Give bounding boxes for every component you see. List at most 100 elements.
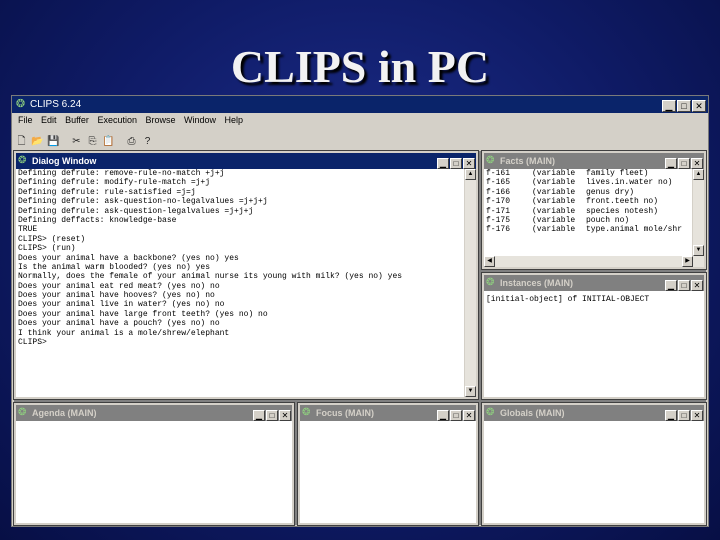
close-icon[interactable]: ✕	[691, 158, 703, 169]
menu-execution[interactable]: Execution	[97, 113, 137, 127]
clips-app-icon: ❂	[18, 155, 27, 166]
save-icon[interactable]: 💾	[46, 133, 61, 148]
menu-buffer[interactable]: Buffer	[65, 113, 89, 127]
focus-window-title: Focus (MAIN)	[316, 408, 374, 418]
agenda-list[interactable]	[16, 421, 292, 523]
dialog-line: Is the animal warm blooded? (yes no) yes	[18, 262, 211, 272]
scroll-right-icon[interactable]: ▶	[682, 256, 693, 267]
toolbar: 🗋 📂 💾 ✂ ⎘ 📋 ⎙?	[14, 129, 708, 147]
menu-help[interactable]: Help	[225, 113, 244, 127]
dialog-line: Defining defrule: remove-rule-no-match +…	[18, 169, 225, 178]
scroll-up-icon[interactable]: ▲	[693, 169, 704, 180]
dialog-line: Defining defrule: ask-question-legalvalu…	[18, 206, 254, 216]
maximize-icon[interactable]: □	[678, 158, 690, 169]
facts-horizontal-scrollbar[interactable]: ◀ ▶	[484, 256, 704, 267]
menu-browse[interactable]: Browse	[145, 113, 175, 127]
close-icon[interactable]: ✕	[463, 158, 475, 169]
dialog-line: CLIPS> (reset)	[18, 234, 86, 244]
focus-window[interactable]: ❂ Focus (MAIN) ▁ □ ✕	[297, 402, 479, 526]
minimize-icon[interactable]: ▁	[662, 100, 676, 112]
agenda-window-titlebar[interactable]: ❂ Agenda (MAIN) ▁ □ ✕	[16, 405, 292, 421]
agenda-window[interactable]: ❂ Agenda (MAIN) ▁ □ ✕	[13, 402, 295, 526]
instances-window[interactable]: ❂ Instances (MAIN) ▁ □ ✕ [initial-object] …	[481, 272, 707, 400]
app-titlebar[interactable]: ❂ CLIPS 6.24 ▁ □ ✕	[12, 96, 708, 113]
close-icon[interactable]: ✕	[691, 280, 703, 291]
minimize-icon[interactable]: ▁	[665, 158, 677, 169]
fact-id: f-170	[486, 197, 511, 207]
menu-window[interactable]: Window	[184, 113, 216, 127]
fact-template: (variable	[532, 206, 576, 216]
globals-window-titlebar[interactable]: ❂ Globals (MAIN) ▁ □ ✕	[484, 405, 704, 421]
new-file-icon[interactable]: 🗋	[14, 133, 29, 148]
dialog-window-title: Dialog Window	[32, 156, 97, 166]
fact-id: f-176	[486, 225, 511, 235]
close-icon[interactable]: ✕	[692, 100, 706, 112]
cut-icon[interactable]: ✂	[69, 133, 84, 148]
toolbar-separator	[117, 129, 123, 144]
facts-vertical-scrollbar[interactable]: ▲ ▼	[692, 169, 704, 256]
globals-window-title: Globals (MAIN)	[500, 408, 565, 418]
clips-app-icon: ❂	[486, 407, 495, 418]
minimize-icon[interactable]: ▁	[437, 158, 449, 169]
dialog-line: TRUE	[18, 225, 38, 235]
paste-icon[interactable]: 📋	[101, 133, 116, 148]
close-icon[interactable]: ✕	[463, 410, 475, 421]
scroll-down-icon[interactable]: ▼	[693, 245, 704, 256]
scroll-up-icon[interactable]: ▲	[465, 169, 476, 180]
dialog-line: CLIPS>	[18, 338, 47, 348]
copy-icon[interactable]: ⎘	[85, 133, 100, 148]
instances-list[interactable]: [initial-object] of INITIAL-OBJECT	[484, 295, 704, 397]
instances-window-title: Instances (MAIN)	[500, 278, 574, 288]
toolbar-separator	[62, 129, 68, 144]
minimize-icon[interactable]: ▁	[253, 410, 265, 421]
print-icon[interactable]: ⎙	[124, 133, 139, 148]
facts-window-titlebar[interactable]: ❂ Facts (MAIN) ▁ □ ✕	[484, 153, 704, 169]
scroll-left-icon[interactable]: ◀	[484, 256, 495, 267]
maximize-icon[interactable]: □	[677, 100, 691, 112]
help-icon[interactable]: ?	[140, 133, 155, 148]
agenda-window-title: Agenda (MAIN)	[32, 408, 97, 418]
minimize-icon[interactable]: ▁	[437, 410, 449, 421]
close-icon[interactable]: ✕	[279, 410, 291, 421]
dialog-line: Defining deffacts: knowledge-base	[18, 215, 177, 225]
close-icon[interactable]: ✕	[691, 410, 703, 421]
dialog-line: Defining defrule: modify-rule-match =j+j	[18, 178, 211, 188]
dialog-vertical-scrollbar[interactable]: ▲ ▼	[464, 169, 476, 397]
fact-value: genus dry)	[586, 187, 635, 197]
fact-row: f-176 (variable type.animal mole/shr	[484, 225, 693, 234]
scroll-down-icon[interactable]: ▼	[465, 386, 476, 397]
fact-template: (variable	[532, 215, 576, 225]
fact-id: f-166	[486, 187, 511, 197]
dialog-line: Does your animal have large front teeth?…	[18, 309, 268, 319]
fact-id: f-171	[486, 206, 511, 216]
minimize-icon[interactable]: ▁	[665, 410, 677, 421]
menubar: File Edit Buffer Execution Browse Window…	[12, 113, 708, 127]
facts-window-title: Facts (MAIN)	[500, 156, 556, 166]
dialog-line: Defining defrule: ask-question-no-legalv…	[18, 197, 268, 207]
menu-edit[interactable]: Edit	[41, 113, 57, 127]
maximize-icon[interactable]: □	[266, 410, 278, 421]
fact-value: front.teeth no)	[586, 197, 659, 207]
fact-row: f-165 (variable lives.in.water no)	[484, 178, 693, 187]
facts-list[interactable]: f-161 (variable family fleet) f-165 (variab…	[484, 169, 693, 256]
menu-file[interactable]: File	[18, 113, 33, 127]
maximize-icon[interactable]: □	[450, 410, 462, 421]
open-folder-icon[interactable]: 📂	[30, 133, 45, 148]
fact-id: f-175	[486, 215, 511, 225]
maximize-icon[interactable]: □	[678, 410, 690, 421]
mdi-workspace: ❂ Dialog Window ▁ □ ✕ Defining defrule: re…	[13, 150, 707, 526]
globals-list[interactable]	[484, 421, 704, 523]
minimize-icon[interactable]: ▁	[665, 280, 677, 291]
clips-app-icon[interactable]: ❂	[14, 98, 27, 111]
dialog-output[interactable]: Defining defrule: remove-rule-no-match +…	[16, 169, 465, 397]
focus-window-titlebar[interactable]: ❂ Focus (MAIN) ▁ □ ✕	[300, 405, 476, 421]
globals-window[interactable]: ❂ Globals (MAIN) ▁ □ ✕	[481, 402, 707, 526]
dialog-window-titlebar[interactable]: ❂ Dialog Window ▁ □ ✕	[16, 153, 476, 169]
facts-window[interactable]: ❂ Facts (MAIN) ▁ □ ✕ f-161 (variable family …	[481, 150, 707, 270]
dialog-window[interactable]: ❂ Dialog Window ▁ □ ✕ Defining defrule: re…	[13, 150, 479, 400]
fact-template: (variable	[532, 187, 576, 197]
instances-window-titlebar[interactable]: ❂ Instances (MAIN) ▁ □ ✕	[484, 275, 704, 291]
maximize-icon[interactable]: □	[450, 158, 462, 169]
focus-list[interactable]	[300, 421, 476, 523]
maximize-icon[interactable]: □	[678, 280, 690, 291]
